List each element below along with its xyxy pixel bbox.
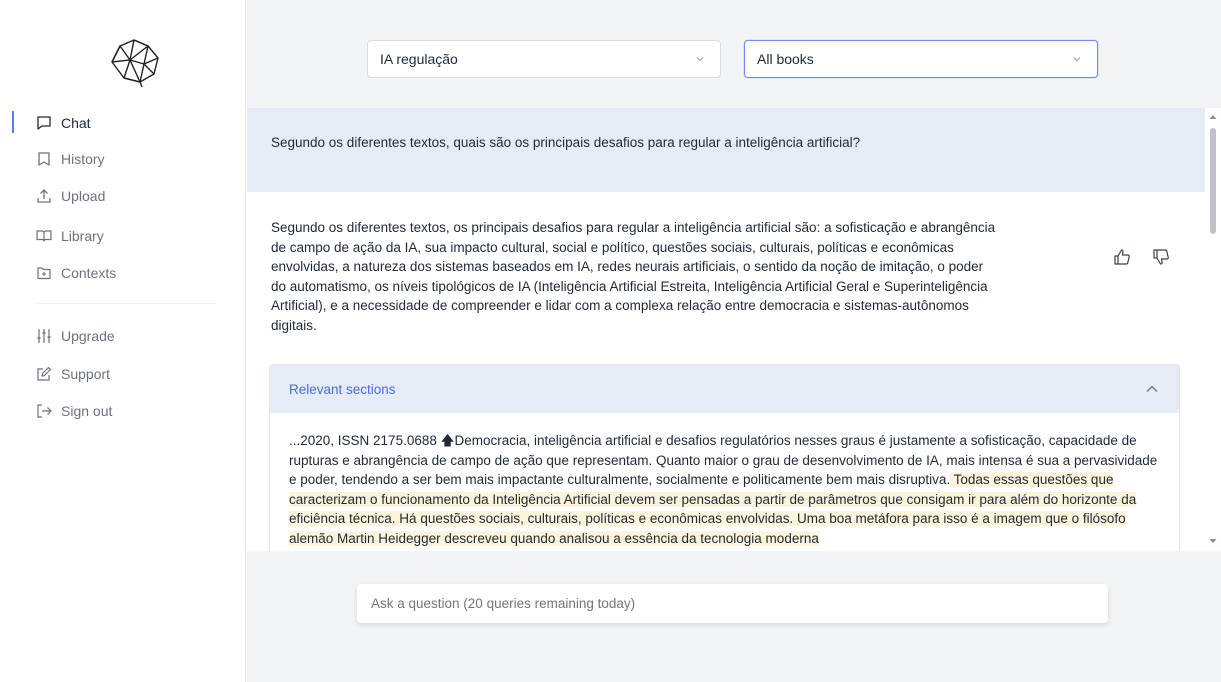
sidebar: Chat History Upload Library Contexts Upg… bbox=[0, 0, 246, 682]
question-text: Segundo os diferentes textos, quais são … bbox=[271, 135, 861, 150]
assistant-answer: Segundo os diferentes textos, os princip… bbox=[271, 220, 996, 333]
chat-scrollbar[interactable] bbox=[1205, 108, 1221, 551]
thumbs-up-icon[interactable] bbox=[1113, 248, 1131, 266]
neural-network-logo[interactable] bbox=[100, 32, 166, 88]
active-indicator bbox=[12, 111, 14, 133]
sidebar-item-label: Sign out bbox=[61, 403, 113, 419]
main-panel: IA regulação All books Segundo os difere… bbox=[247, 0, 1221, 682]
relevant-sections-panel: Relevant sections ...2020, ISSN 2175.068… bbox=[269, 364, 1180, 551]
chevron-up-icon bbox=[1146, 385, 1158, 392]
user-question: Segundo os diferentes textos, quais são … bbox=[247, 108, 1205, 192]
relevant-sections-text: ...2020, ISSN 2175.0688 🡅Democracia, int… bbox=[270, 413, 1179, 548]
scroll-up-icon[interactable] bbox=[1208, 112, 1218, 122]
folder-icon bbox=[36, 265, 52, 281]
books-select-value: All books bbox=[757, 51, 814, 67]
ask-bar bbox=[247, 551, 1221, 682]
question-input[interactable] bbox=[357, 584, 1108, 623]
books-select[interactable]: All books bbox=[744, 40, 1098, 78]
sidebar-item-library[interactable]: Library bbox=[36, 224, 104, 248]
scroll-down-icon[interactable] bbox=[1208, 536, 1218, 546]
sidebar-item-upload[interactable]: Upload bbox=[36, 184, 105, 208]
sidebar-item-label: Library bbox=[61, 228, 104, 244]
sidebar-item-sign-out[interactable]: Sign out bbox=[36, 399, 112, 423]
sidebar-item-label: Chat bbox=[61, 115, 91, 131]
sidebar-item-label: Upgrade bbox=[61, 328, 115, 344]
sidebar-item-upgrade[interactable]: Upgrade bbox=[36, 324, 115, 348]
book-open-icon bbox=[36, 228, 52, 244]
thumbs-down-icon[interactable] bbox=[1152, 248, 1170, 266]
sidebar-item-support[interactable]: Support bbox=[36, 362, 110, 386]
sidebar-item-label: Support bbox=[61, 366, 111, 382]
chevron-down-icon bbox=[1073, 57, 1081, 62]
sign-out-icon bbox=[36, 403, 52, 419]
sidebar-item-label: Upload bbox=[61, 188, 106, 204]
relevant-sections-toggle[interactable]: Relevant sections bbox=[270, 365, 1179, 413]
chat-bubble-icon bbox=[36, 115, 52, 131]
relevant-sections-title: Relevant sections bbox=[289, 381, 396, 397]
edit-icon bbox=[36, 366, 52, 382]
sidebar-item-chat[interactable]: Chat bbox=[36, 111, 91, 135]
upload-icon bbox=[36, 188, 52, 204]
sidebar-item-label: Contexts bbox=[61, 265, 117, 281]
sliders-icon bbox=[36, 328, 52, 344]
sidebar-item-label: History bbox=[61, 151, 105, 167]
context-select[interactable]: IA regulação bbox=[367, 40, 721, 78]
sidebar-divider bbox=[36, 303, 216, 304]
chevron-down-icon bbox=[696, 57, 704, 62]
scroll-thumb[interactable] bbox=[1210, 128, 1216, 234]
bookmark-icon bbox=[36, 151, 52, 167]
top-bar: IA regulação All books bbox=[247, 0, 1221, 108]
sidebar-item-history[interactable]: History bbox=[36, 147, 105, 171]
context-select-value: IA regulação bbox=[380, 51, 458, 67]
chat-area: Segundo os diferentes textos, quais são … bbox=[247, 108, 1221, 551]
sidebar-item-contexts[interactable]: Contexts bbox=[36, 261, 116, 285]
